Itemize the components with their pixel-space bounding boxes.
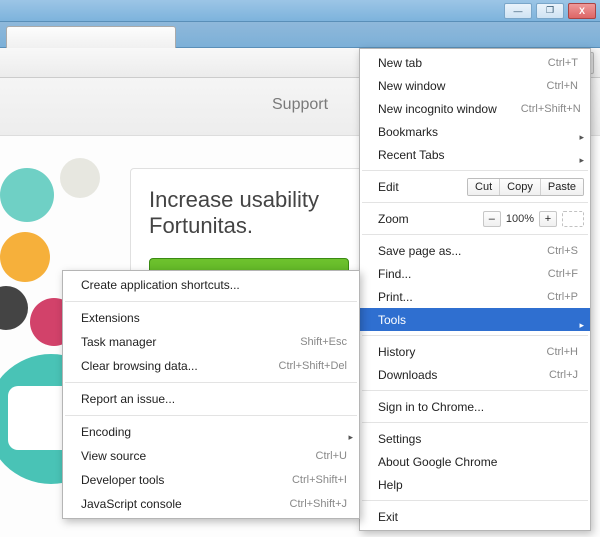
close-window-button[interactable]: X xyxy=(568,3,596,19)
menu-find[interactable]: Find...Ctrl+F xyxy=(360,262,590,285)
menu-edit-label: Edit xyxy=(378,180,467,194)
menu-new-window[interactable]: New windowCtrl+N xyxy=(360,74,590,97)
submenu-report-issue[interactable]: Report an issue... xyxy=(63,387,359,411)
zoom-in-button[interactable]: + xyxy=(539,211,557,227)
minimize-icon: — xyxy=(514,6,523,16)
zoom-out-button[interactable]: – xyxy=(483,211,501,227)
menu-settings[interactable]: Settings xyxy=(360,427,590,450)
menu-zoom-label: Zoom xyxy=(378,212,483,226)
menu-separator xyxy=(65,415,357,416)
menu-separator xyxy=(362,335,588,336)
menu-separator xyxy=(65,301,357,302)
window-titlebar: — ❐ X xyxy=(0,0,600,22)
menu-recent-tabs[interactable]: Recent Tabs xyxy=(360,143,590,166)
menu-new-tab[interactable]: New tabCtrl+T xyxy=(360,51,590,74)
hero-headline: Increase usability Fortunitas. xyxy=(149,187,371,240)
fullscreen-button[interactable] xyxy=(562,211,584,227)
maximize-button[interactable]: ❐ xyxy=(536,3,564,19)
submenu-developer-tools[interactable]: Developer toolsCtrl+Shift+I xyxy=(63,468,359,492)
menu-separator xyxy=(65,382,357,383)
support-link[interactable]: Support xyxy=(272,96,328,114)
menu-sign-in[interactable]: Sign in to Chrome... xyxy=(360,395,590,418)
browser-tab[interactable] xyxy=(6,26,176,48)
zoom-value: 100% xyxy=(506,213,534,225)
menu-separator xyxy=(362,170,588,171)
copy-button[interactable]: Copy xyxy=(500,179,541,195)
menu-exit[interactable]: Exit xyxy=(360,505,590,528)
paste-button[interactable]: Paste xyxy=(541,179,583,195)
tools-submenu: Create application shortcuts... Extensio… xyxy=(62,270,360,519)
menu-separator xyxy=(362,390,588,391)
menu-edit-row: Edit Cut Copy Paste xyxy=(360,175,590,198)
menu-downloads[interactable]: DownloadsCtrl+J xyxy=(360,363,590,386)
menu-save-page-as[interactable]: Save page as...Ctrl+S xyxy=(360,239,590,262)
menu-print[interactable]: Print...Ctrl+P xyxy=(360,285,590,308)
menu-new-incognito[interactable]: New incognito windowCtrl+Shift+N xyxy=(360,97,590,120)
submenu-task-manager[interactable]: Task managerShift+Esc xyxy=(63,330,359,354)
menu-bookmarks[interactable]: Bookmarks xyxy=(360,120,590,143)
maximize-icon: ❐ xyxy=(546,5,554,16)
menu-history[interactable]: HistoryCtrl+H xyxy=(360,340,590,363)
menu-separator xyxy=(362,422,588,423)
menu-about[interactable]: About Google Chrome xyxy=(360,450,590,473)
submenu-encoding[interactable]: Encoding xyxy=(63,420,359,444)
menu-help[interactable]: Help xyxy=(360,473,590,496)
menu-separator xyxy=(362,202,588,203)
submenu-clear-browsing-data[interactable]: Clear browsing data...Ctrl+Shift+Del xyxy=(63,354,359,378)
menu-separator xyxy=(362,500,588,501)
submenu-create-shortcuts[interactable]: Create application shortcuts... xyxy=(63,273,359,297)
cut-button[interactable]: Cut xyxy=(468,179,500,195)
menu-separator xyxy=(362,234,588,235)
close-icon: X xyxy=(579,6,585,16)
submenu-javascript-console[interactable]: JavaScript consoleCtrl+Shift+J xyxy=(63,492,359,516)
submenu-extensions[interactable]: Extensions xyxy=(63,306,359,330)
chrome-main-menu: New tabCtrl+T New windowCtrl+N New incog… xyxy=(359,48,591,531)
tab-strip xyxy=(0,22,600,48)
edit-button-group: Cut Copy Paste xyxy=(467,178,584,196)
submenu-view-source[interactable]: View sourceCtrl+U xyxy=(63,444,359,468)
menu-zoom-row: Zoom – 100% + xyxy=(360,207,590,230)
menu-tools[interactable]: Tools xyxy=(360,308,590,331)
minimize-button[interactable]: — xyxy=(504,3,532,19)
